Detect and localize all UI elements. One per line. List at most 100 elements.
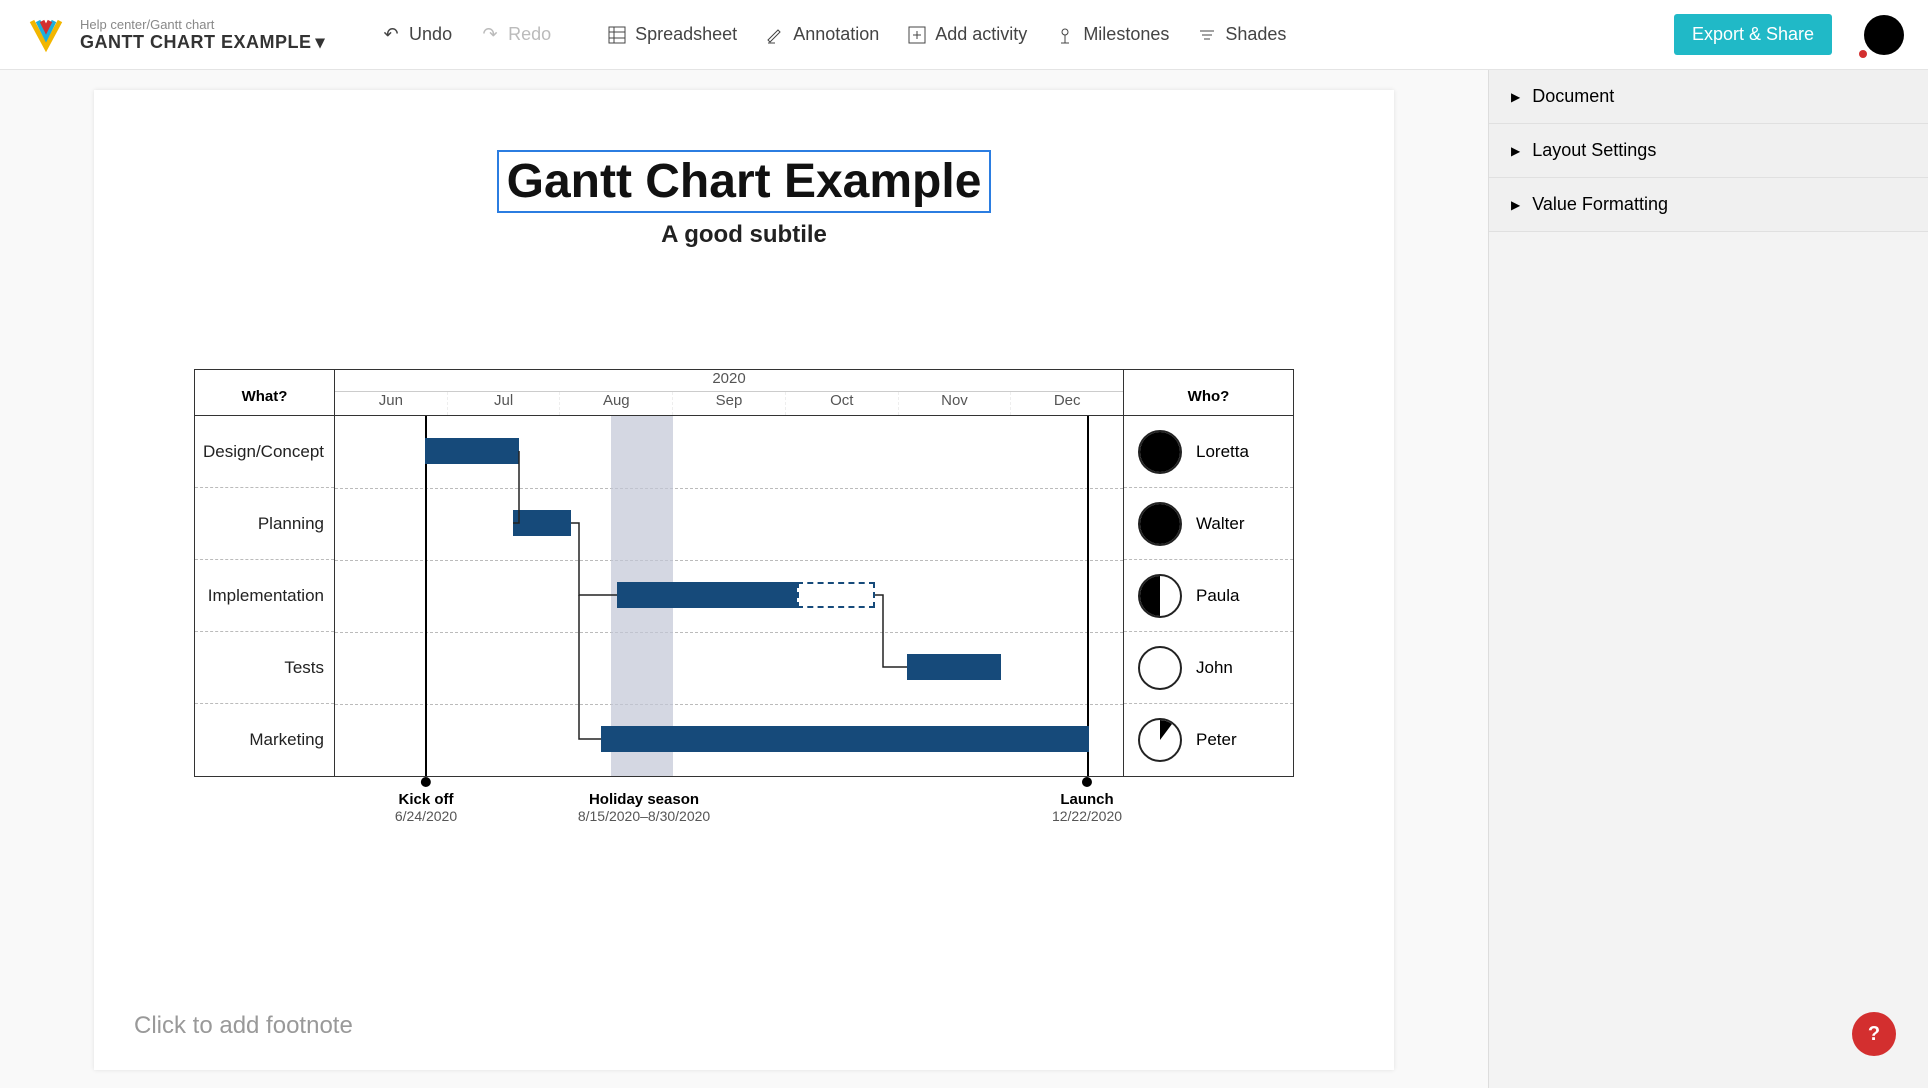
side-panel: ▶ Document ▶ Layout Settings ▶ Value Format… [1488, 70, 1928, 1088]
footnote-placeholder[interactable]: Click to add footnote [134, 1012, 353, 1040]
sidepanel-document[interactable]: ▶ Document [1489, 70, 1928, 124]
add-activity-button[interactable]: Add activity [907, 24, 1027, 45]
who-row[interactable]: Paula [1124, 560, 1293, 632]
chart-subtitle[interactable]: A good subtile [134, 221, 1354, 249]
top-toolbar: Help center/Gantt chart GANTT CHART EXAM… [0, 0, 1928, 70]
gantt-body[interactable] [335, 416, 1123, 776]
milestone-label: Kick off [395, 791, 457, 808]
gantt-bar[interactable] [513, 510, 571, 536]
shades-icon [1197, 25, 1217, 45]
milestone-dot-icon [421, 777, 431, 787]
toolbar-actions-2: Spreadsheet Annotation Add activity Mile… [607, 24, 1286, 45]
gantt-bar-planned[interactable] [797, 582, 875, 608]
chevron-right-icon: ▶ [1511, 90, 1520, 104]
gantt-bar[interactable] [907, 654, 1001, 680]
document-title-label: GANTT CHART EXAMPLE [80, 32, 312, 53]
document-page[interactable]: Gantt Chart Example A good subtile What?… [94, 90, 1394, 1070]
who-label: Paula [1196, 586, 1239, 606]
annotation-icon [765, 25, 785, 45]
month-label: Jun [335, 392, 448, 415]
redo-button: ↷ Redo [480, 24, 551, 45]
undo-icon: ↶ [381, 25, 401, 45]
who-header: Who? [1124, 370, 1293, 416]
month-label: Dec [1011, 392, 1123, 415]
milestone-label: Holiday season [578, 791, 710, 808]
sidepanel-label: Layout Settings [1532, 140, 1656, 161]
milestone-date: 8/15/2020–8/30/2020 [578, 808, 710, 824]
toolbar-actions: ↶ Undo ↷ Redo [381, 24, 551, 45]
shades-label: Shades [1225, 24, 1286, 45]
allocation-icon [1138, 718, 1182, 762]
launch-line [1087, 416, 1089, 776]
month-label: Sep [673, 392, 786, 415]
milestone-date: 12/22/2020 [1052, 808, 1122, 824]
who-row[interactable]: Walter [1124, 488, 1293, 560]
document-title-dropdown[interactable]: GANTT CHART EXAMPLE▾ [80, 32, 325, 53]
allocation-icon [1138, 502, 1182, 546]
chevron-right-icon: ▶ [1511, 198, 1520, 212]
chevron-right-icon: ▶ [1511, 144, 1520, 158]
chart-title[interactable]: Gantt Chart Example [497, 150, 992, 213]
milestone[interactable]: Launch12/22/2020 [1052, 777, 1122, 824]
sidepanel-value-formatting[interactable]: ▶ Value Formatting [1489, 178, 1928, 232]
spreadsheet-icon [607, 25, 627, 45]
timeline-column: 2020 Jun Jul Aug Sep Oct Nov Dec [335, 370, 1123, 776]
milestones-label: Milestones [1083, 24, 1169, 45]
task-row[interactable]: Tests [195, 632, 334, 704]
gantt-bar[interactable] [425, 438, 519, 464]
redo-label: Redo [508, 24, 551, 45]
task-row[interactable]: Implementation [195, 560, 334, 632]
spreadsheet-button[interactable]: Spreadsheet [607, 24, 737, 45]
milestone-dot-icon [1082, 777, 1092, 787]
document-meta: Help center/Gantt chart GANTT CHART EXAM… [80, 17, 325, 53]
annotation-label: Annotation [793, 24, 879, 45]
breadcrumb[interactable]: Help center/Gantt chart [80, 17, 325, 32]
who-label: Loretta [1196, 442, 1249, 462]
spreadsheet-label: Spreadsheet [635, 24, 737, 45]
allocation-icon [1138, 646, 1182, 690]
months-row: Jun Jul Aug Sep Oct Nov Dec [335, 392, 1123, 416]
task-row[interactable]: Marketing [195, 704, 334, 776]
who-column: Who? Loretta Walter Paula John Peter [1123, 370, 1293, 776]
canvas-area: Gantt Chart Example A good subtile What?… [0, 70, 1488, 1088]
export-share-button[interactable]: Export & Share [1674, 14, 1832, 55]
help-button[interactable]: ? [1852, 1012, 1896, 1056]
month-label: Oct [786, 392, 899, 415]
sidepanel-label: Value Formatting [1532, 194, 1668, 215]
milestone[interactable]: Holiday season8/15/2020–8/30/2020 [578, 777, 710, 824]
year-label: 2020 [335, 370, 1123, 392]
annotation-button[interactable]: Annotation [765, 24, 879, 45]
who-label: Walter [1196, 514, 1245, 534]
sidepanel-layout-settings[interactable]: ▶ Layout Settings [1489, 124, 1928, 178]
milestones-icon [1055, 25, 1075, 45]
who-row[interactable]: Loretta [1124, 416, 1293, 488]
milestone-label: Launch [1052, 791, 1122, 808]
month-label: Aug [560, 392, 673, 415]
task-row[interactable]: Planning [195, 488, 334, 560]
chevron-down-icon: ▾ [316, 32, 326, 53]
shades-button[interactable]: Shades [1197, 24, 1286, 45]
allocation-icon [1138, 574, 1182, 618]
undo-label: Undo [409, 24, 452, 45]
task-row[interactable]: Design/Concept [195, 416, 334, 488]
month-label: Jul [448, 392, 561, 415]
gantt-chart[interactable]: What? Design/Concept Planning Implementa… [194, 369, 1294, 777]
redo-icon: ↷ [480, 25, 500, 45]
milestone[interactable]: Kick off6/24/2020 [395, 777, 457, 824]
user-avatar[interactable] [1864, 15, 1904, 55]
sidepanel-label: Document [1532, 86, 1614, 107]
milestones-button[interactable]: Milestones [1055, 24, 1169, 45]
allocation-icon [1138, 430, 1182, 474]
add-activity-label: Add activity [935, 24, 1027, 45]
what-header: What? [195, 370, 334, 416]
who-row[interactable]: Peter [1124, 704, 1293, 776]
gantt-bar[interactable] [601, 726, 1089, 752]
who-label: John [1196, 658, 1233, 678]
milestone-date: 6/24/2020 [395, 808, 457, 824]
gantt-bar[interactable] [617, 582, 797, 608]
who-row[interactable]: John [1124, 632, 1293, 704]
add-activity-icon [907, 25, 927, 45]
what-column: What? Design/Concept Planning Implementa… [195, 370, 335, 776]
undo-button[interactable]: ↶ Undo [381, 24, 452, 45]
app-logo-icon [28, 17, 64, 53]
